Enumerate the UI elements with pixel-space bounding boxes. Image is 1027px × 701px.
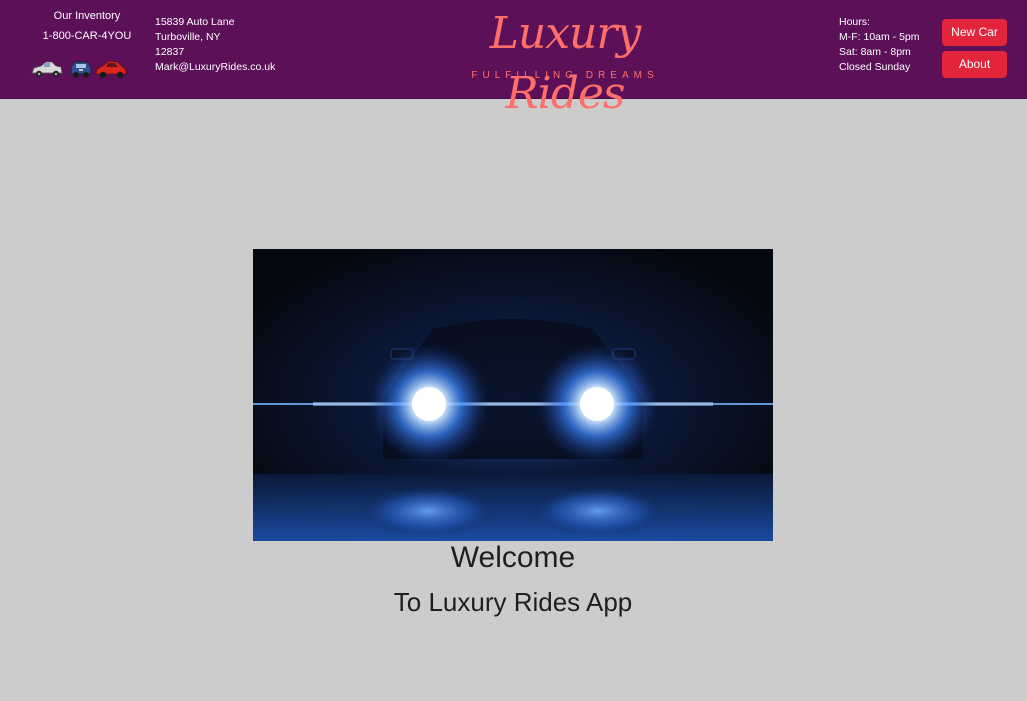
inventory-link[interactable]: Our Inventory xyxy=(30,10,144,22)
hours-saturday: Sat: 8am - 8pm xyxy=(839,46,911,58)
address-zip: 12837 xyxy=(155,46,185,58)
new-car-button[interactable]: New Car xyxy=(942,19,1007,46)
hero-car-headlights-image xyxy=(253,249,773,541)
contact-email-link[interactable]: Mark@LuxuryRides.co.uk xyxy=(155,60,275,75)
address-city-state: Turboville, NY xyxy=(155,31,221,43)
inventory-phone: 1-800-CAR-4YOU xyxy=(42,30,132,42)
car-headlights-image xyxy=(253,249,773,541)
address-street: 15839 Auto Lane xyxy=(155,16,235,28)
welcome-subtitle: To Luxury Rides App xyxy=(393,587,633,617)
logo-tagline: FULFILLING DREAMS xyxy=(471,70,659,81)
inventory-car-thumbnails[interactable] xyxy=(30,56,144,84)
hours-sunday: Closed Sunday xyxy=(839,61,911,73)
about-button[interactable]: About xyxy=(942,51,1007,78)
red-sports-car-icon[interactable] xyxy=(94,56,128,82)
blue-vintage-car-icon[interactable] xyxy=(68,56,94,82)
site-logo[interactable]: Luxury Rides FULFILLING DREAMS xyxy=(434,4,696,119)
hours-block: Hours: M-F: 10am - 5pm Sat: 8am - 8pm Cl… xyxy=(839,15,920,75)
hours-label: Hours: xyxy=(839,16,870,28)
welcome-heading: Welcome xyxy=(450,541,576,574)
site-header: Our Inventory 1-800-CAR-4YOU 15839 Auto … xyxy=(0,0,1027,119)
hours-weekdays: M-F: 10am - 5pm xyxy=(839,31,920,43)
logo-name: Luxury Rides xyxy=(489,8,642,119)
silver-convertible-icon[interactable] xyxy=(30,56,64,82)
address-block: 15839 Auto Lane Turboville, NY 12837 Mar… xyxy=(155,15,275,75)
